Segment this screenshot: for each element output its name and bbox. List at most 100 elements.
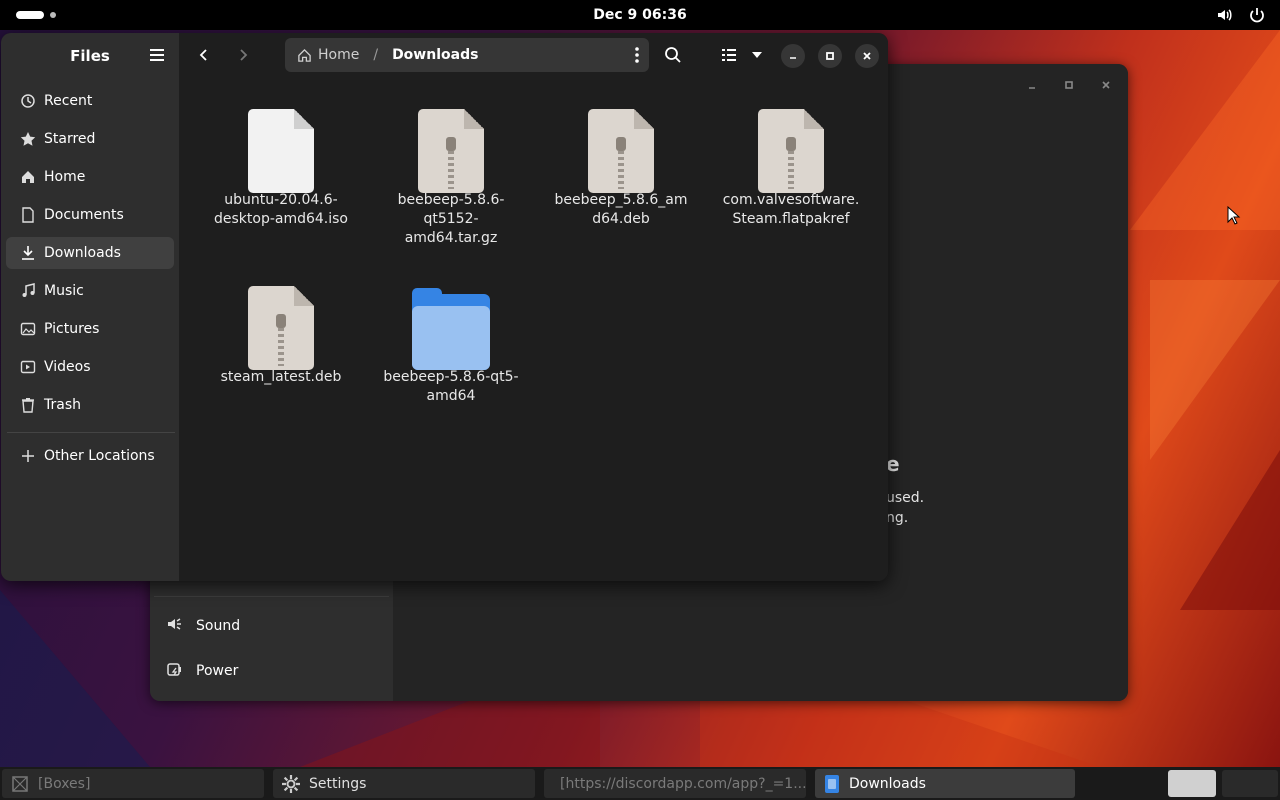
path-menu-button[interactable] — [635, 46, 639, 68]
breadcrumb-home-label: Home — [318, 47, 360, 63]
task-boxes[interactable]: [Boxes] — [2, 769, 264, 798]
files-app-icon — [825, 774, 839, 793]
view-list-button[interactable] — [714, 38, 744, 72]
sidebar-item-recent[interactable]: Recent — [6, 85, 174, 117]
minimize-icon — [790, 57, 796, 59]
back-button[interactable] — [187, 38, 221, 72]
file-grid: ubuntu-20.04.6- desktop-amd64.iso beebee… — [179, 77, 888, 581]
sidebar-item-label: Recent — [44, 93, 93, 109]
document-icon — [20, 207, 36, 223]
task-downloads[interactable]: Downloads — [815, 769, 1075, 798]
sidebar-item-trash[interactable]: Trash — [6, 389, 174, 421]
file-name-line: steam_latest.deb — [220, 369, 342, 385]
folder-item[interactable]: beebeep-5.8.6-qt5- amd64 — [376, 266, 526, 406]
path-bar[interactable]: Home / Downloads — [285, 38, 649, 72]
files-sidebar: Files Recent Starred Home Documents Down… — [1, 33, 179, 581]
archive-icon — [376, 89, 526, 193]
files-headerbar: Home / Downloads — [179, 33, 888, 77]
sidebar-item-videos[interactable]: Videos — [6, 351, 174, 383]
forward-button[interactable] — [226, 38, 260, 72]
star-icon — [20, 131, 36, 147]
system-tray[interactable] — [1216, 6, 1266, 28]
chevron-left-icon — [199, 49, 207, 61]
top-bar: Dec 9 06:36 — [0, 0, 1280, 30]
folder-icon — [376, 266, 526, 370]
file-item[interactable]: ubuntu-20.04.6- desktop-amd64.iso — [206, 89, 356, 229]
task-discord[interactable]: [https://discordapp.com/app?_=1... — [544, 769, 806, 798]
breadcrumb-current[interactable]: Downloads — [392, 47, 478, 63]
sidebar-item-label: Videos — [44, 359, 91, 375]
file-name-line: amd64 — [426, 388, 476, 404]
main-menu-button[interactable] — [144, 43, 170, 67]
settings-item-sound[interactable]: Sound — [166, 615, 240, 637]
partial-text-line: used. — [886, 490, 925, 506]
archive-icon — [716, 89, 866, 193]
power-icon[interactable] — [1248, 6, 1266, 28]
file-name-line: beebeep_5.8.6_am — [554, 192, 688, 208]
partial-text-line: ng. — [886, 510, 909, 526]
close-button[interactable] — [855, 44, 879, 68]
file-name-line: Steam.flatpakref — [732, 211, 850, 227]
task-label: [Boxes] — [38, 775, 91, 792]
power-settings-icon — [166, 660, 184, 682]
taskbar: [Boxes] Settings [https://discordapp.com… — [0, 767, 1280, 800]
close-icon — [863, 52, 871, 60]
chevron-right-icon — [240, 49, 248, 61]
list-view-icon — [722, 49, 736, 61]
sidebar-item-label: Starred — [44, 131, 96, 147]
clock-icon — [20, 93, 36, 109]
sidebar-item-label: Other Locations — [44, 448, 155, 464]
file-icon — [206, 89, 356, 193]
settings-divider — [154, 596, 389, 597]
sidebar-item-music[interactable]: Music — [6, 275, 174, 307]
file-item[interactable]: beebeep_5.8.6_am d64.deb — [546, 89, 696, 229]
sidebar-item-starred[interactable]: Starred — [6, 123, 174, 155]
workspace-thumbnail-active[interactable] — [1168, 770, 1216, 797]
settings-maximize-button[interactable] — [1057, 73, 1081, 97]
workspace-thumbnail[interactable] — [1222, 770, 1278, 797]
settings-gear-icon — [282, 774, 300, 793]
file-name-line: d64.deb — [592, 211, 650, 227]
settings-item-label: Sound — [196, 618, 241, 634]
minimize-button[interactable] — [781, 44, 805, 68]
file-item[interactable]: beebeep-5.8.6- qt5152- amd64.tar.gz — [376, 89, 526, 248]
task-settings[interactable]: Settings — [273, 769, 535, 798]
files-window: Files Recent Starred Home Documents Down… — [1, 33, 888, 581]
music-icon — [20, 283, 36, 299]
mouse-cursor — [1227, 205, 1241, 230]
settings-close-button[interactable] — [1094, 73, 1118, 97]
task-label: Settings — [309, 775, 367, 792]
file-name-line: beebeep-5.8.6- — [397, 192, 505, 208]
view-options-button[interactable] — [745, 38, 769, 72]
hamburger-icon — [150, 49, 164, 61]
file-item[interactable]: com.valvesoftware. Steam.flatpakref — [716, 89, 866, 229]
file-name-line: qt5152- — [423, 211, 479, 227]
sidebar-item-label: Pictures — [44, 321, 100, 337]
sidebar-item-label: Documents — [44, 207, 124, 223]
settings-minimize-button[interactable] — [1020, 73, 1044, 97]
file-name-line: desktop-amd64.iso — [213, 211, 348, 227]
clock[interactable]: Dec 9 06:36 — [0, 7, 1280, 23]
home-icon — [298, 48, 311, 62]
sidebar-item-other-locations[interactable]: Other Locations — [6, 440, 174, 472]
chevron-down-icon — [752, 52, 762, 58]
volume-icon[interactable] — [1216, 6, 1234, 28]
task-label: Downloads — [849, 775, 926, 792]
file-item[interactable]: steam_latest.deb — [206, 266, 356, 387]
trash-icon — [20, 397, 36, 413]
video-icon — [20, 359, 36, 375]
sidebar-item-downloads[interactable]: Downloads — [6, 237, 174, 269]
file-name-line: beebeep-5.8.6-qt5- — [383, 369, 519, 385]
sidebar-item-label: Trash — [44, 397, 81, 413]
breadcrumb-home[interactable]: Home — [297, 47, 359, 63]
sidebar-item-documents[interactable]: Documents — [6, 199, 174, 231]
sidebar-item-label: Music — [44, 283, 84, 299]
sidebar-item-pictures[interactable]: Pictures — [6, 313, 174, 345]
task-label: [https://discordapp.com/app?_=1... — [560, 775, 806, 792]
settings-item-power[interactable]: Power — [166, 660, 238, 682]
archive-icon — [206, 266, 356, 370]
maximize-button[interactable] — [818, 44, 842, 68]
boxes-icon — [12, 775, 28, 792]
search-button[interactable] — [656, 38, 690, 72]
sidebar-item-home[interactable]: Home — [6, 161, 174, 193]
